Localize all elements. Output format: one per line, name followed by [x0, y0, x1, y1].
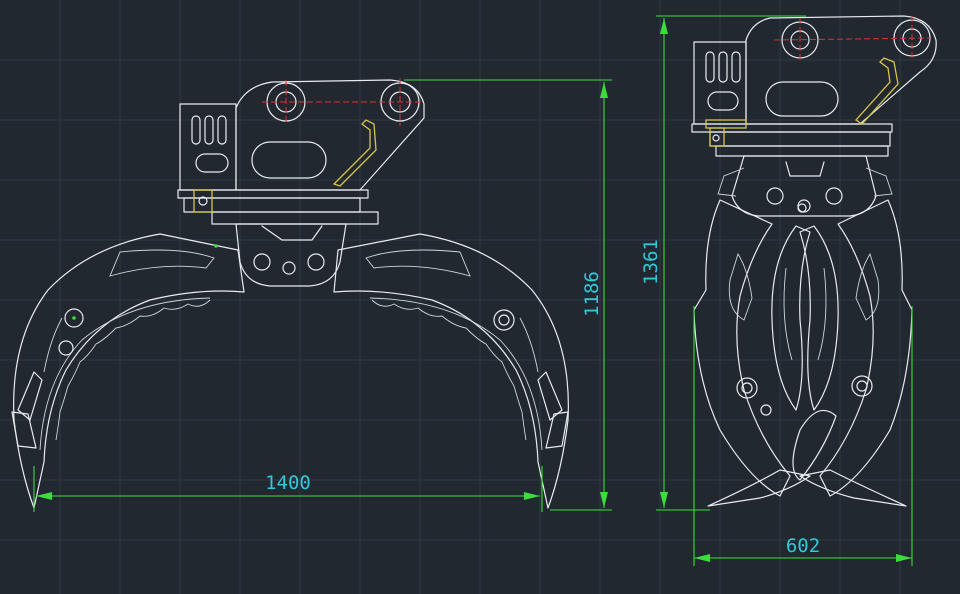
background-grid [0, 0, 960, 594]
dimension-text-602: 602 [786, 535, 820, 557]
dimension-1361 [656, 15, 806, 511]
cad-drawing-canvas: 1400 1186 1361 602 [0, 0, 960, 594]
dimension-text-1361: 1361 [640, 239, 662, 285]
dimension-text-1186: 1186 [581, 271, 603, 317]
dimension-602 [693, 306, 913, 566]
dimension-text-1400: 1400 [265, 472, 311, 494]
front-view-grapple [11, 79, 569, 509]
front-centerlines [262, 78, 424, 126]
